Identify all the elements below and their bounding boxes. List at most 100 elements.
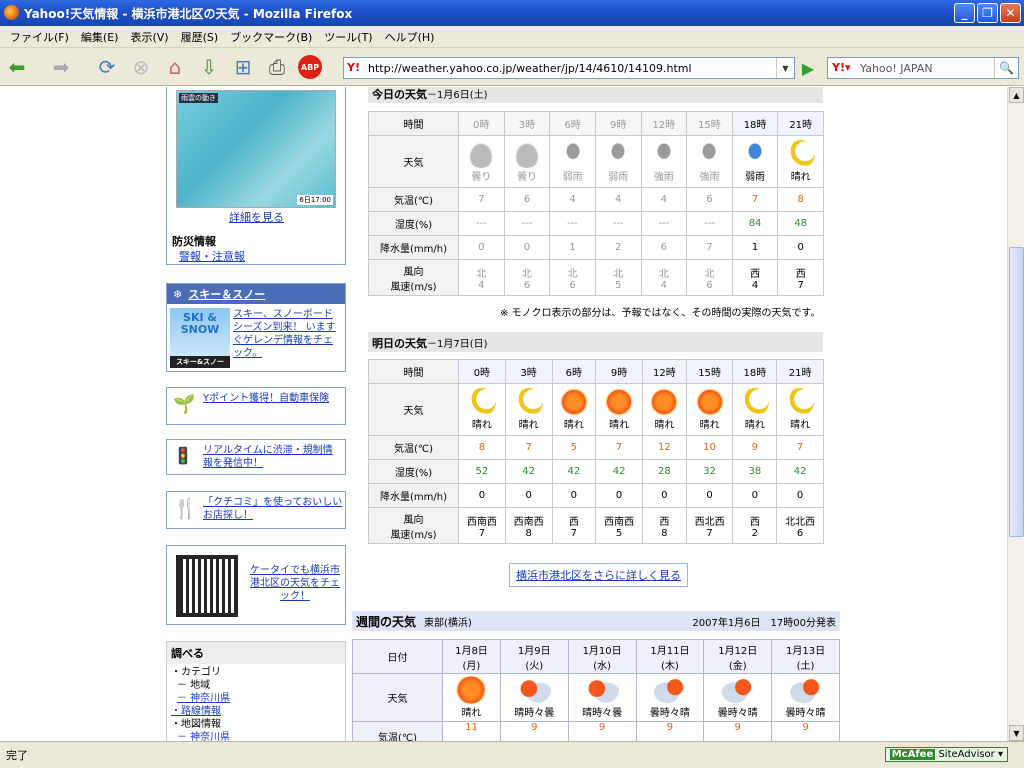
- url-dropdown-icon[interactable]: ▼: [776, 58, 794, 78]
- weekly-header: 週間の天気 東部(横浜) 2007年1月6日 17時00分発表: [352, 611, 840, 631]
- table-cell: 12: [641, 435, 687, 460]
- search-item-link[interactable]: ・路線情報: [171, 705, 341, 718]
- home-icon[interactable]: ⌂: [162, 54, 188, 80]
- points-link[interactable]: Yポイント獲得！自動車保険: [203, 392, 338, 405]
- scroll-thumb[interactable]: [1009, 247, 1024, 537]
- table-cell: 21時: [777, 111, 824, 136]
- rain-weather-icon: [604, 140, 633, 168]
- menu-help[interactable]: ヘルプ(H): [379, 29, 441, 45]
- menu-bookmarks[interactable]: ブックマーク(B): [224, 29, 318, 45]
- stop-icon[interactable]: ⊗: [128, 54, 154, 80]
- adblock-icon[interactable]: ABP: [298, 55, 322, 79]
- wind-speed: 4: [660, 279, 667, 291]
- go-button[interactable]: ▶: [797, 57, 819, 79]
- reload-icon[interactable]: ⟳: [94, 54, 120, 80]
- table-row: 湿度(%) 52 42 42 42 28 32 38 42: [368, 459, 824, 484]
- table-cell: ---: [549, 211, 596, 236]
- window-title: Yahoo!天気情報 - 横浜市港北区の天気 - Mozilla Firefox: [24, 6, 353, 21]
- day-label: (土): [796, 660, 815, 672]
- search-input[interactable]: Y!▾ Yahoo! JAPAN 🔍: [827, 57, 1019, 79]
- points-box: 🌱 Yポイント獲得！自動車保険: [166, 387, 346, 425]
- table-row: 時間 0時 3時 6時 9時 12時 15時 18時 21時: [368, 111, 824, 136]
- search-item-link[interactable]: － 神奈川県: [171, 731, 341, 741]
- rain-weather-icon: [649, 140, 678, 168]
- precip-value: 7: [706, 242, 713, 253]
- table-cell: 北6: [549, 259, 596, 296]
- weather-text: 曇り: [516, 172, 537, 183]
- menu-file[interactable]: ファイル(F): [4, 29, 75, 45]
- table-cell: 曇時々晴: [771, 673, 840, 722]
- day-label: (月): [462, 660, 481, 672]
- yahoo-favicon-icon: Y!: [347, 61, 360, 74]
- temp-value: 7: [478, 194, 485, 205]
- row-label-text: 気温(℃): [393, 196, 434, 207]
- warning-link[interactable]: 警報・注意報: [179, 248, 245, 264]
- kuchikomi-box: 🍴 「クチコミ」を使っておいしいお店探し！: [166, 491, 346, 529]
- time-label: 0時: [473, 120, 490, 131]
- table-cell: 32: [685, 459, 734, 484]
- wind-speed: 6: [706, 279, 713, 291]
- ski-title-link[interactable]: スキー＆スノー: [188, 286, 265, 302]
- time-label: 12時: [652, 368, 676, 379]
- map-detail-link[interactable]: 詳細を見る: [229, 209, 284, 225]
- url-bar[interactable]: Y! http://weather.yahoo.co.jp/weather/jp…: [343, 57, 795, 79]
- wind-direction: 北: [704, 268, 715, 280]
- table-cell: 8: [777, 187, 824, 212]
- temp-value: 7: [796, 442, 804, 453]
- scroll-up-icon[interactable]: ▲: [1009, 87, 1024, 103]
- menu-history[interactable]: 履歴(S): [175, 29, 225, 45]
- map-label: 雨雲の動き: [179, 93, 218, 103]
- search-icon[interactable]: 🔍: [994, 58, 1018, 78]
- search-placeholder: Yahoo! JAPAN: [860, 61, 933, 75]
- table-cell: 9: [732, 435, 778, 460]
- menu-view[interactable]: 表示(V): [124, 29, 174, 45]
- mobile-link[interactable]: ケータイでも横浜市港北区の天気をチェック！: [249, 564, 341, 603]
- precip-value: 0: [523, 242, 531, 253]
- table-cell: ---: [503, 211, 551, 236]
- table-cell: 晴れ: [595, 383, 643, 436]
- search-item-link[interactable]: － 神奈川県: [171, 692, 341, 705]
- rain-radar-map[interactable]: 雨雲の動き 6日17:00: [176, 90, 336, 208]
- kuchikomi-link[interactable]: 「クチコミ」を使っておいしいお店探し！: [203, 496, 343, 522]
- menu-edit[interactable]: 編集(E): [75, 29, 125, 45]
- table-cell: 北6: [503, 259, 551, 296]
- back-icon[interactable]: ⬅: [4, 54, 30, 80]
- menu-bar: ファイル(F) 編集(E) 表示(V) 履歴(S) ブックマーク(B) ツール(…: [0, 26, 1024, 48]
- yahoo-search-engine-icon[interactable]: Y!▾: [832, 61, 851, 74]
- temp-value: 9: [751, 442, 759, 453]
- vertical-scrollbar[interactable]: ▲ ▼: [1007, 87, 1024, 741]
- weather-text: 曇時々晴: [717, 708, 758, 719]
- menu-tools[interactable]: ツール(T): [318, 29, 378, 45]
- download-icon[interactable]: ⇩: [196, 54, 222, 80]
- humidity-value: 42: [567, 466, 581, 477]
- time-label: 6時: [564, 120, 581, 131]
- humidity-value: ---: [704, 218, 715, 229]
- table-cell: 晴時々曇: [499, 673, 569, 722]
- wind-direction: 北: [613, 268, 624, 280]
- precip-value: 0: [478, 242, 485, 253]
- row-label: 天気: [368, 135, 459, 188]
- weather-text: 晴れ: [563, 420, 584, 431]
- table-cell: 9: [567, 721, 637, 741]
- ski-box: ❄ スキー＆スノー SKI & SNOW スキー&スノー スキー、スノーボードシー…: [166, 283, 346, 372]
- ski-text-link[interactable]: スキー、スノーボードシーズン到来！ いますぐゲレンデ情報をチェック。: [233, 308, 341, 360]
- map-time: 6日17:00: [297, 195, 333, 205]
- traffic-link[interactable]: リアルタイムに渋滞・規制情報を発信中！: [203, 444, 341, 470]
- minimize-button[interactable]: _: [954, 3, 975, 23]
- mcafee-siteadvisor-badge[interactable]: McAfee SiteAdvisor ▾: [884, 747, 1008, 762]
- scroll-down-icon[interactable]: ▼: [1009, 725, 1024, 741]
- forward-icon[interactable]: ➡: [48, 54, 74, 80]
- table-row: 気温(℃) 8 7 5 7 12 10 9 7: [368, 435, 824, 460]
- time-label: 21時: [789, 120, 813, 131]
- weather-text: 曇時々晴: [649, 708, 690, 719]
- table-cell: 42: [551, 459, 597, 484]
- weather-text: 晴時々曇: [514, 708, 555, 719]
- ski-snow-image[interactable]: SKI & SNOW スキー&スノー: [170, 308, 230, 368]
- table-cell: 84: [731, 211, 779, 236]
- maximize-button[interactable]: ❐: [977, 3, 998, 23]
- print-icon[interactable]: ⎙: [264, 54, 290, 80]
- wind-speed: 8: [661, 527, 668, 539]
- newtab-icon[interactable]: ⊞: [230, 54, 256, 80]
- more-detail-link[interactable]: 横浜市港北区をさらに詳しく見る: [509, 563, 688, 587]
- close-button[interactable]: ✕: [1000, 3, 1021, 23]
